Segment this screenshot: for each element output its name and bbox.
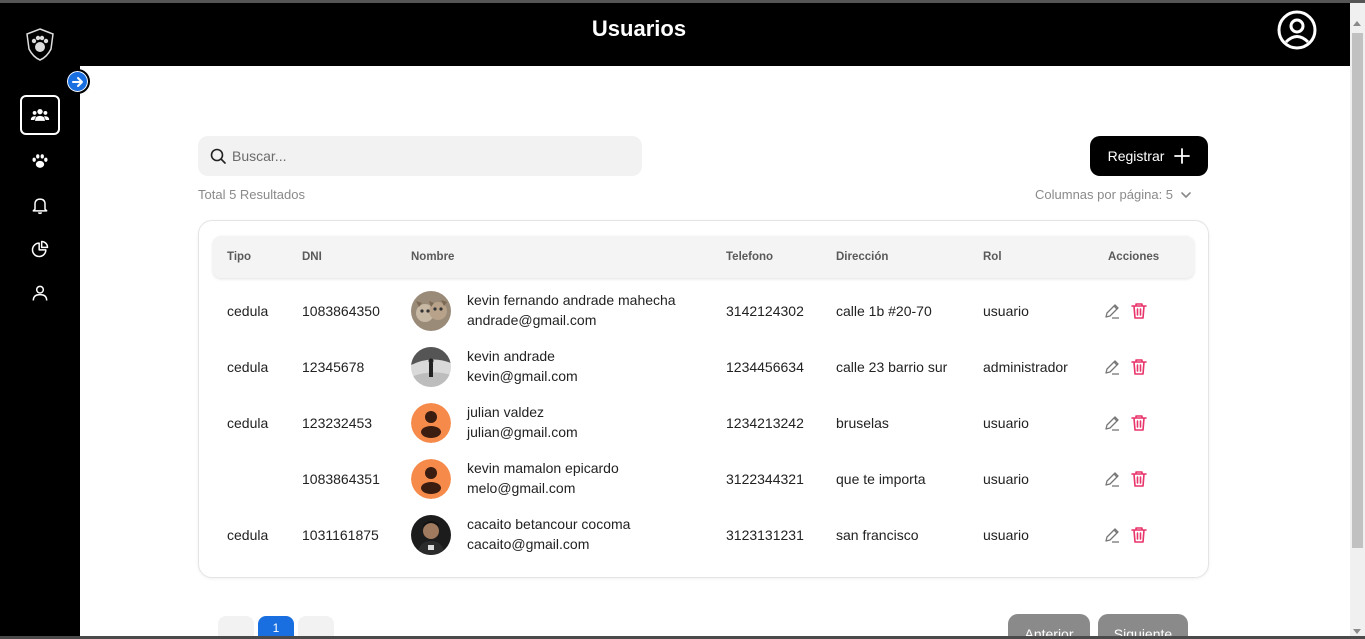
cell-tipo: cedula <box>227 527 269 543</box>
cell-rol: usuario <box>983 527 1029 543</box>
page-title: Usuarios <box>591 16 687 41</box>
avatar <box>411 459 451 499</box>
search-input[interactable] <box>232 148 612 164</box>
table-row: cedula 12345678 kevin andrade kevin@gmai… <box>199 339 1210 395</box>
search-icon <box>210 148 226 164</box>
cell-direccion: calle 1b #20-70 <box>836 303 932 319</box>
column-header-telefono[interactable]: Telefono <box>726 251 773 263</box>
table-row: cedula 1031161875 cacaito betancour coco… <box>199 507 1210 563</box>
register-button-label: Registrar <box>1107 148 1165 164</box>
plus-icon <box>1174 148 1191 164</box>
results-count: Total 5 Resultados <box>198 187 305 202</box>
bell-icon <box>32 198 48 215</box>
user-icon <box>32 285 48 301</box>
users-icon <box>30 109 50 121</box>
delete-trash-icon[interactable] <box>1131 358 1147 376</box>
sidebar-item-notifications[interactable] <box>20 185 60 225</box>
sidebar-item-users[interactable] <box>20 95 60 135</box>
cell-rol: usuario <box>983 415 1029 431</box>
user-email: kevin@gmail.com <box>467 368 578 384</box>
rows-per-page-select[interactable]: Columnas por página: 5 <box>1035 187 1191 202</box>
cell-telefono: 3123131231 <box>726 527 804 543</box>
sidebar <box>0 66 80 639</box>
user-name: kevin andrade <box>467 348 555 364</box>
column-header-rol[interactable]: Rol <box>983 251 1002 263</box>
users-table: Tipo DNI Nombre Telefono Dirección Rol A… <box>198 220 1209 578</box>
cell-direccion: san francisco <box>836 527 919 543</box>
table-header: Tipo DNI Nombre Telefono Dirección Rol A… <box>213 236 1194 278</box>
table-row: cedula 123232453 julian valdez julian@gm… <box>199 395 1210 451</box>
paw-icon <box>32 154 48 168</box>
avatar <box>411 515 451 555</box>
user-name: kevin fernando andrade mahecha <box>467 292 676 308</box>
column-header-dni[interactable]: DNI <box>302 251 322 263</box>
sidebar-item-reports[interactable] <box>20 229 60 269</box>
column-header-acciones: Acciones <box>1108 251 1160 263</box>
edit-pencil-icon[interactable] <box>1104 303 1120 319</box>
avatar <box>411 291 451 331</box>
cell-tipo: cedula <box>227 359 269 375</box>
chevron-down-icon <box>1181 191 1191 198</box>
column-header-tipo[interactable]: Tipo <box>227 251 251 263</box>
user-name-email: julian valdez julian@gmail.com <box>467 402 578 442</box>
table-row: 1083864351 kevin mamalon epicardo melo@g… <box>199 451 1210 507</box>
user-name: kevin mamalon epicardo <box>467 460 619 476</box>
cell-telefono: 1234456634 <box>726 359 804 375</box>
cell-dni: 1083864351 <box>302 471 380 487</box>
cell-telefono: 3142124302 <box>726 303 804 319</box>
delete-trash-icon[interactable] <box>1131 526 1147 544</box>
cell-rol: usuario <box>983 471 1029 487</box>
delete-trash-icon[interactable] <box>1131 414 1147 432</box>
user-name-email: cacaito betancour cocoma cacaito@gmail.c… <box>467 514 630 554</box>
column-header-nombre[interactable]: Nombre <box>411 251 454 263</box>
user-email: melo@gmail.com <box>467 480 576 496</box>
cell-tipo: cedula <box>227 303 269 319</box>
cell-rol: usuario <box>983 303 1029 319</box>
edit-pencil-icon[interactable] <box>1104 415 1120 431</box>
pie-chart-icon <box>31 240 49 258</box>
scroll-down-arrow-icon[interactable] <box>1353 629 1361 634</box>
cell-direccion: bruselas <box>836 415 889 431</box>
user-name-email: kevin mamalon epicardo melo@gmail.com <box>467 458 619 498</box>
sidebar-item-profile[interactable] <box>20 273 60 313</box>
cell-telefono: 1234213242 <box>726 415 804 431</box>
cell-dni: 123232453 <box>302 415 373 431</box>
app-header: Usuarios <box>0 3 1350 66</box>
arrow-right-icon <box>71 76 83 87</box>
rows-per-page-label: Columnas por página: 5 <box>1035 187 1174 202</box>
search-box[interactable] <box>198 136 642 176</box>
user-email: andrade@gmail.com <box>467 312 597 328</box>
cell-dni: 1083864350 <box>302 303 380 319</box>
cell-direccion: calle 23 barrio sur <box>836 359 948 375</box>
edit-pencil-icon[interactable] <box>1104 471 1120 487</box>
delete-trash-icon[interactable] <box>1131 470 1147 488</box>
cell-direccion: que te importa <box>836 471 926 487</box>
scroll-up-arrow-icon[interactable] <box>1353 21 1361 26</box>
user-circle-icon[interactable] <box>1276 9 1318 51</box>
cell-rol: administrador <box>983 359 1068 375</box>
cell-tipo: cedula <box>227 415 269 431</box>
table-row: cedula 1083864350 kevin fernando andrade… <box>199 283 1210 339</box>
edit-pencil-icon[interactable] <box>1104 527 1120 543</box>
cell-telefono: 3122344321 <box>726 471 804 487</box>
user-email: cacaito@gmail.com <box>467 536 590 552</box>
avatar <box>411 347 451 387</box>
delete-trash-icon[interactable] <box>1131 302 1147 320</box>
user-name: julian valdez <box>467 404 545 420</box>
edit-pencil-icon[interactable] <box>1104 359 1120 375</box>
user-name-email: kevin fernando andrade mahecha andrade@g… <box>467 290 676 330</box>
sidebar-toggle-button[interactable] <box>65 69 90 94</box>
cell-dni: 1031161875 <box>302 527 379 543</box>
scrollbar-thumb[interactable] <box>1352 33 1363 548</box>
user-name: cacaito betancour cocoma <box>467 516 631 532</box>
user-email: julian@gmail.com <box>467 424 578 440</box>
register-button[interactable]: Registrar <box>1090 136 1208 176</box>
user-name-email: kevin andrade kevin@gmail.com <box>467 346 578 386</box>
column-header-direccion[interactable]: Dirección <box>836 251 888 263</box>
page-scrollbar[interactable] <box>1350 3 1365 639</box>
cell-dni: 12345678 <box>302 359 365 375</box>
sidebar-item-pets[interactable] <box>20 141 60 181</box>
avatar <box>411 403 451 443</box>
